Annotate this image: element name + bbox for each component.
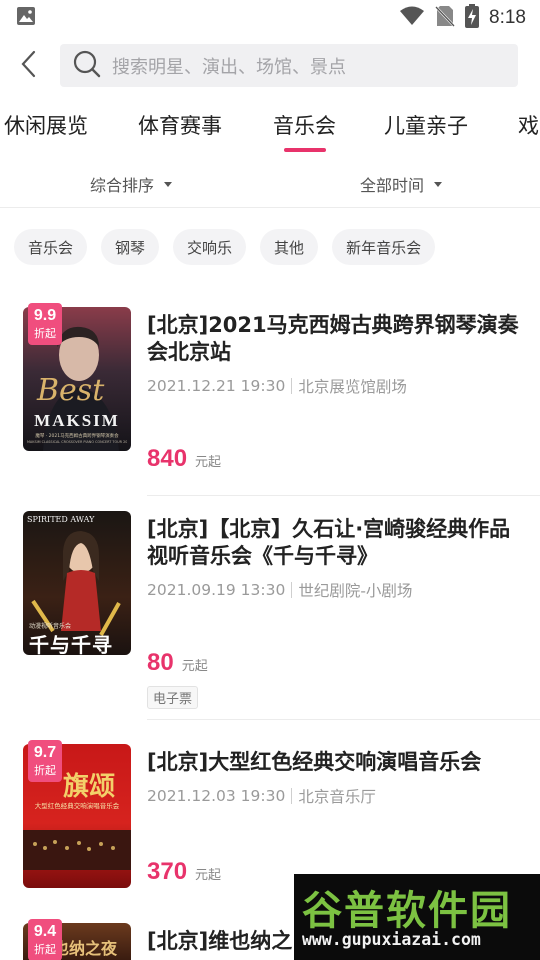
price-value: 370 (147, 858, 188, 885)
search-row: 搜索明星、演出、场馆、景点 (0, 36, 540, 96)
discount-badge: 9.4 折起 (28, 919, 62, 960)
tab-concert[interactable]: 音乐会 (273, 110, 336, 140)
search-input[interactable]: 搜索明星、演出、场馆、景点 (60, 44, 518, 87)
status-bar: 8:18 (0, 0, 540, 36)
time-dropdown[interactable]: 全部时间 (360, 172, 443, 196)
active-tab-indicator (284, 148, 326, 152)
event-info: [北京]2021马克西姆古典跨界钢琴演奏会北京站 2021.12.21 19:3… (147, 312, 527, 397)
event-title: [北京]大型红色经典交响演唱音乐会 (147, 750, 482, 774)
no-sim-icon (435, 5, 455, 31)
e-ticket-tag: 电子票 (147, 686, 199, 709)
caret-down-icon (164, 181, 173, 187)
filter-bar: 综合排序 全部时间 (0, 160, 540, 208)
poster-subtitle-en: MAKSIM CLASSICAL CROSSOVER PIANO CONCERT… (27, 440, 127, 444)
discount-value: 9.7 (33, 744, 57, 761)
tab-kids-family[interactable]: 儿童亲子 (384, 110, 468, 140)
chip-new-year-concert[interactable]: 新年音乐会 (332, 229, 436, 265)
chip-concert[interactable]: 音乐会 (14, 229, 88, 265)
price-unit: 元起 (195, 455, 222, 470)
sort-label: 综合排序 (90, 176, 155, 195)
chip-symphony[interactable]: 交响乐 (173, 229, 247, 265)
event-meta: 2021.12.03 19:30 北京音乐厅 (147, 785, 527, 807)
price-unit: 元起 (181, 659, 208, 674)
discount-value: 9.4 (33, 923, 57, 940)
event-meta: 2021.12.21 19:30 北京展览馆剧场 (147, 375, 527, 397)
event-datetime: 2021.09.19 13:30 (147, 581, 286, 599)
search-icon (72, 49, 102, 83)
caret-down-icon (434, 181, 443, 187)
event-venue: 世纪剧院-小剧场 (298, 582, 413, 600)
price-value: 840 (147, 445, 188, 472)
event-venue: 北京音乐厅 (298, 788, 376, 806)
event-price: 840 元起 (147, 445, 221, 473)
poster-subtitle: 魔琴 · 2021马克西姆古典跨界钢琴演奏会 (35, 434, 119, 439)
list-divider (147, 495, 540, 496)
search-placeholder: 搜索明星、演出、场馆、景点 (112, 56, 346, 78)
event-title: [北京]【北京】久石让·宫崎骏经典作品视听音乐会《千与千寻》 (147, 517, 511, 568)
back-arrow-icon (20, 50, 36, 82)
watermark-url: www.gupuxiazai.com (302, 930, 481, 949)
tab-leisure-exhibition[interactable]: 休闲展览 (4, 110, 88, 140)
meta-divider (291, 378, 293, 394)
event-meta: 2021.09.19 13:30 世纪剧院-小剧场 (147, 579, 527, 601)
list-divider (147, 719, 540, 720)
event-title: [北京]2021马克西姆古典跨界钢琴演奏会北京站 (147, 313, 519, 364)
event-poster: SPIRITED AWAY 动漫视听音乐会 千与千寻 (23, 511, 131, 655)
event-info: [北京]【北京】久石让·宫崎骏经典作品视听音乐会《千与千寻》 2021.09.1… (147, 516, 527, 601)
poster-text-qisong: 旗颂 (63, 772, 116, 802)
site-watermark: 谷普软件园 www.gupuxiazai.com (294, 874, 540, 960)
discount-note: 折起 (34, 943, 56, 956)
image-notification-icon (16, 6, 36, 30)
clock-time: 8:18 (489, 7, 526, 28)
discount-badge: 9.9 折起 (28, 303, 62, 345)
discount-value: 9.9 (33, 307, 57, 324)
chip-other[interactable]: 其他 (260, 229, 319, 265)
poster-subtitle: 大型红色经典交响演唱音乐会 (34, 802, 120, 810)
poster-text-spirited-away: SPIRITED AWAY (27, 515, 95, 524)
time-label: 全部时间 (360, 176, 425, 195)
meta-divider (291, 788, 293, 804)
event-datetime: 2021.12.03 19:30 (147, 787, 286, 805)
watermark-title: 谷普软件园 (302, 888, 512, 934)
event-price: 370 元起 (147, 858, 221, 886)
discount-badge: 9.7 折起 (28, 740, 62, 782)
chip-piano[interactable]: 钢琴 (101, 229, 160, 265)
back-button[interactable] (0, 36, 56, 96)
tag-chips: 音乐会 钢琴 交响乐 其他 新年音乐会 (14, 229, 436, 265)
category-tabs: 休闲展览 体育赛事 音乐会 儿童亲子 戏 (0, 100, 540, 156)
poster-text-title: 千与千寻 (29, 633, 113, 655)
event-venue: 北京展览馆剧场 (298, 378, 407, 396)
tab-sports-events[interactable]: 体育赛事 (138, 110, 222, 140)
meta-divider (291, 582, 293, 598)
discount-note: 折起 (34, 327, 56, 340)
poster-text-best: Best (37, 373, 105, 408)
sort-dropdown[interactable]: 综合排序 (90, 172, 173, 196)
poster-text-vienna: 也纳之夜 (53, 939, 118, 958)
event-info: [北京]大型红色经典交响演唱音乐会 2021.12.03 19:30 北京音乐厅 (147, 749, 527, 807)
event-price: 80 元起 (147, 649, 208, 677)
price-unit: 元起 (195, 868, 222, 883)
poster-text-maksim: MAKSIM (34, 411, 120, 430)
event-datetime: 2021.12.21 19:30 (147, 377, 286, 395)
wifi-icon (399, 6, 425, 30)
discount-note: 折起 (34, 764, 56, 777)
price-value: 80 (147, 649, 174, 676)
tab-drama[interactable]: 戏 (518, 110, 539, 140)
battery-charging-icon (465, 4, 480, 32)
